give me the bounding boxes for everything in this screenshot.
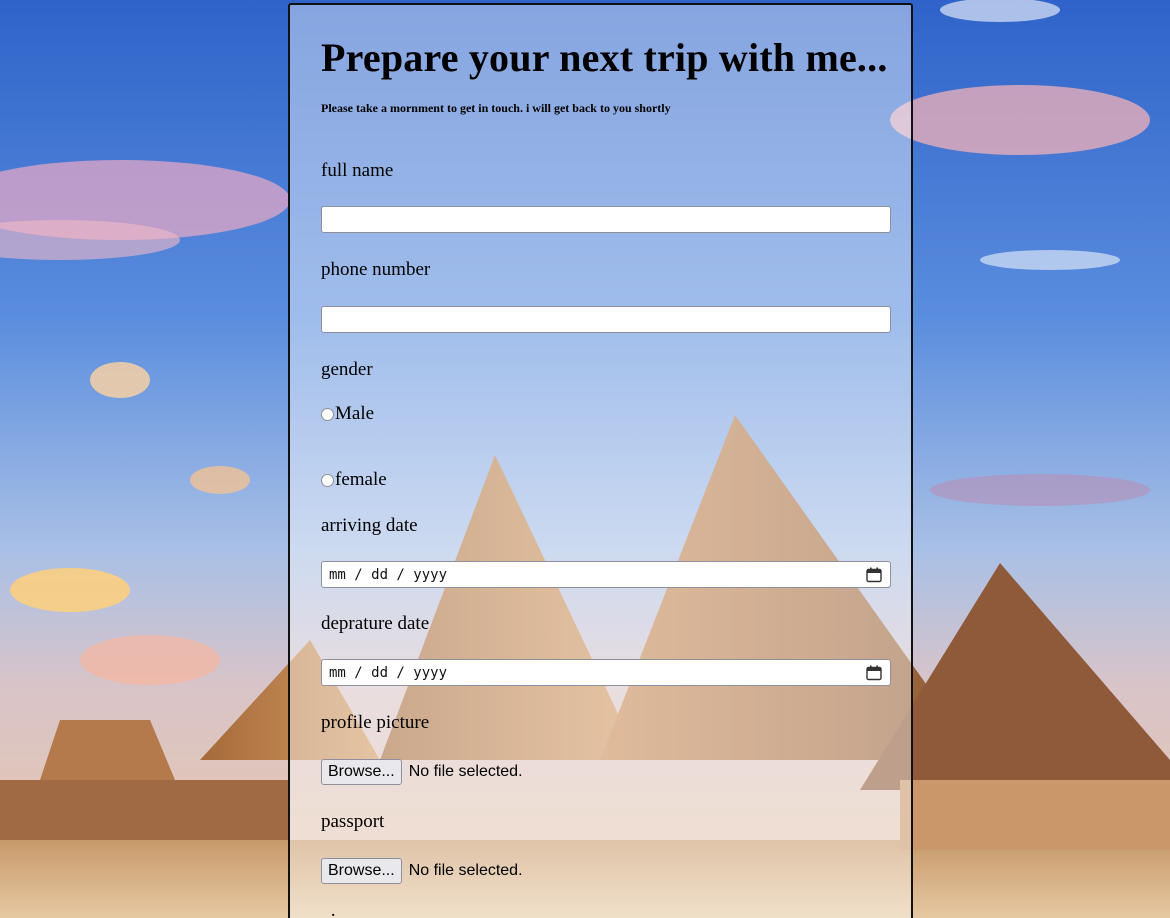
arriving-date-placeholder: mm / dd / yyyy bbox=[329, 566, 448, 583]
full-name-label: full name bbox=[321, 160, 394, 181]
passport-file-input[interactable]: Browse... No file selected. bbox=[321, 858, 523, 884]
male-radio[interactable] bbox=[321, 407, 334, 421]
calendar-icon[interactable] bbox=[866, 567, 882, 583]
gender-option-female[interactable]: female bbox=[321, 469, 387, 491]
calendar-icon[interactable] bbox=[866, 665, 882, 681]
arriving-date-label: arriving date bbox=[321, 515, 418, 536]
trip-form-card: Prepare your next trip with me... Please… bbox=[288, 3, 913, 918]
passport-label: passport bbox=[321, 811, 385, 832]
form-title: Prepare your next trip with me... bbox=[321, 35, 888, 80]
departure-date-input[interactable]: mm / dd / yyyy bbox=[321, 659, 891, 686]
passport-file-status: No file selected. bbox=[408, 862, 523, 879]
arriving-date-input[interactable]: mm / dd / yyyy bbox=[321, 561, 891, 588]
departure-date-placeholder: mm / dd / yyyy bbox=[329, 664, 448, 681]
cutoff-text: · bbox=[330, 905, 337, 918]
passport-browse-button[interactable]: Browse... bbox=[321, 858, 402, 884]
profile-picture-file-input[interactable]: Browse... No file selected. bbox=[321, 759, 523, 785]
phone-number-label: phone number bbox=[321, 259, 431, 280]
profile-browse-button[interactable]: Browse... bbox=[321, 759, 402, 785]
phone-number-input[interactable] bbox=[321, 306, 891, 333]
profile-file-status: No file selected. bbox=[408, 763, 523, 780]
male-radio-label: Male bbox=[335, 403, 375, 424]
gender-option-male[interactable]: Male bbox=[321, 403, 374, 425]
female-radio-label: female bbox=[335, 469, 387, 490]
departure-date-label: deprature date bbox=[321, 613, 430, 634]
profile-picture-label: profile picture bbox=[321, 712, 430, 733]
female-radio[interactable] bbox=[321, 473, 334, 487]
full-name-input[interactable] bbox=[321, 206, 891, 233]
form-subtitle: Please take a mornment to get in touch. … bbox=[321, 101, 671, 115]
gender-label: gender bbox=[321, 359, 373, 380]
